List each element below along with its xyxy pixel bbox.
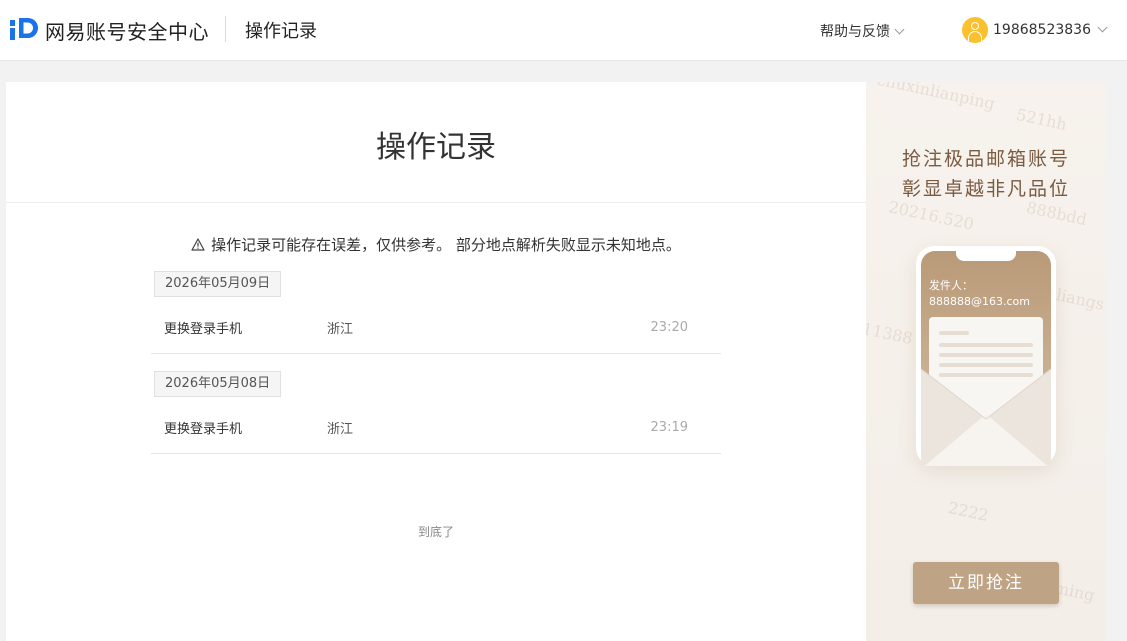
top-navigation-bar: 网易账号安全中心 操作记录 帮助与反馈 19868523836 — [0, 0, 1127, 61]
record-group: 2026年05月08日 更换登录手机 浙江 23:19 — [151, 370, 721, 470]
record-location: 浙江 — [327, 322, 354, 337]
record-divider — [151, 353, 721, 354]
operation-record-panel: 操作记录 操作记录可能存在误差，仅供参考。 部分地点解析失败显示未知地点。 20… — [6, 82, 866, 641]
record-date-tag: 2026年05月09日 — [154, 271, 282, 297]
user-account-menu[interactable]: 19868523836 — [962, 17, 1108, 43]
warning-icon — [191, 238, 205, 251]
watermark-text: 2222 — [946, 497, 991, 526]
record-time: 23:19 — [650, 420, 688, 435]
record-divider — [151, 453, 721, 454]
netease-id-logo-icon[interactable] — [10, 14, 42, 42]
record-time: 23:20 — [650, 320, 688, 335]
envelope-icon — [921, 369, 1051, 466]
record-list: 2026年05月09日 更换登录手机 浙江 23:20 2026年05月08日 … — [151, 270, 721, 470]
email-promo-banner[interactable]: chuxinlianping 521hh 20216.520 888bdd 11… — [866, 82, 1106, 641]
phone-notch — [956, 251, 1016, 261]
chevron-down-icon — [1097, 22, 1108, 32]
watermark-text: 11388 — [866, 318, 915, 349]
watermark-text: ming — [1052, 577, 1097, 606]
header-page-title: 操作记录 — [245, 21, 317, 42]
record-action: 更换登录手机 — [164, 422, 243, 437]
notice-text: 操作记录可能存在误差，仅供参考。 部分地点解析失败显示未知地点。 — [6, 234, 866, 255]
record-group: 2026年05月09日 更换登录手机 浙江 23:20 — [151, 270, 721, 370]
watermark-text: chuxinlianping — [875, 82, 997, 114]
phone-illustration: 发件人： 888888@163.com — [916, 246, 1056, 466]
record-action: 更换登录手机 — [164, 322, 243, 337]
watermark-text: liangs — [1054, 285, 1106, 314]
watermark-text: 521hh — [1014, 104, 1069, 135]
watermark-text: 888bdd — [1024, 197, 1089, 230]
promo-headline-1: 抢注极品邮箱账号 — [901, 148, 1070, 170]
notice-message: 操作记录可能存在误差，仅供参考。 部分地点解析失败显示未知地点。 — [211, 236, 681, 254]
sender-label: 发件人： — [929, 279, 973, 292]
user-avatar-icon — [962, 17, 988, 43]
header-divider — [225, 16, 226, 42]
chevron-down-icon — [894, 24, 905, 35]
watermark-text: 20216.520 — [886, 197, 976, 234]
brand-name[interactable]: 网易账号安全中心 — [45, 16, 209, 45]
register-now-button[interactable]: 立即抢注 — [913, 562, 1059, 604]
help-feedback-menu[interactable]: 帮助与反馈 — [820, 21, 905, 41]
record-date-tag: 2026年05月08日 — [154, 371, 282, 397]
title-divider — [6, 202, 866, 203]
user-phone-number: 19868523836 — [993, 22, 1091, 38]
record-location: 浙江 — [327, 422, 354, 437]
end-of-list-text: 到底了 — [417, 525, 454, 539]
phone-screen: 发件人： 888888@163.com — [921, 251, 1051, 466]
help-feedback-label: 帮助与反馈 — [820, 24, 890, 40]
promo-headline-2: 彰显卓越非凡品位 — [901, 178, 1070, 200]
page-title: 操作记录 — [376, 130, 496, 165]
sender-address: 888888@163.com — [929, 295, 1030, 308]
